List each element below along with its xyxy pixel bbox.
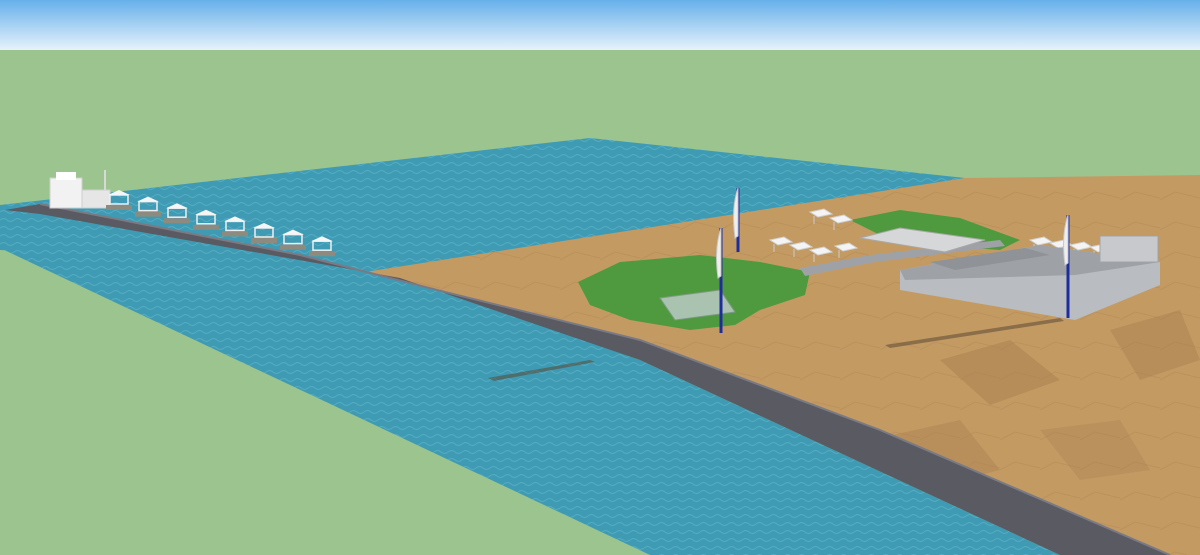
3d-model-viewport[interactable] [0,0,1200,555]
sky [0,0,1200,50]
